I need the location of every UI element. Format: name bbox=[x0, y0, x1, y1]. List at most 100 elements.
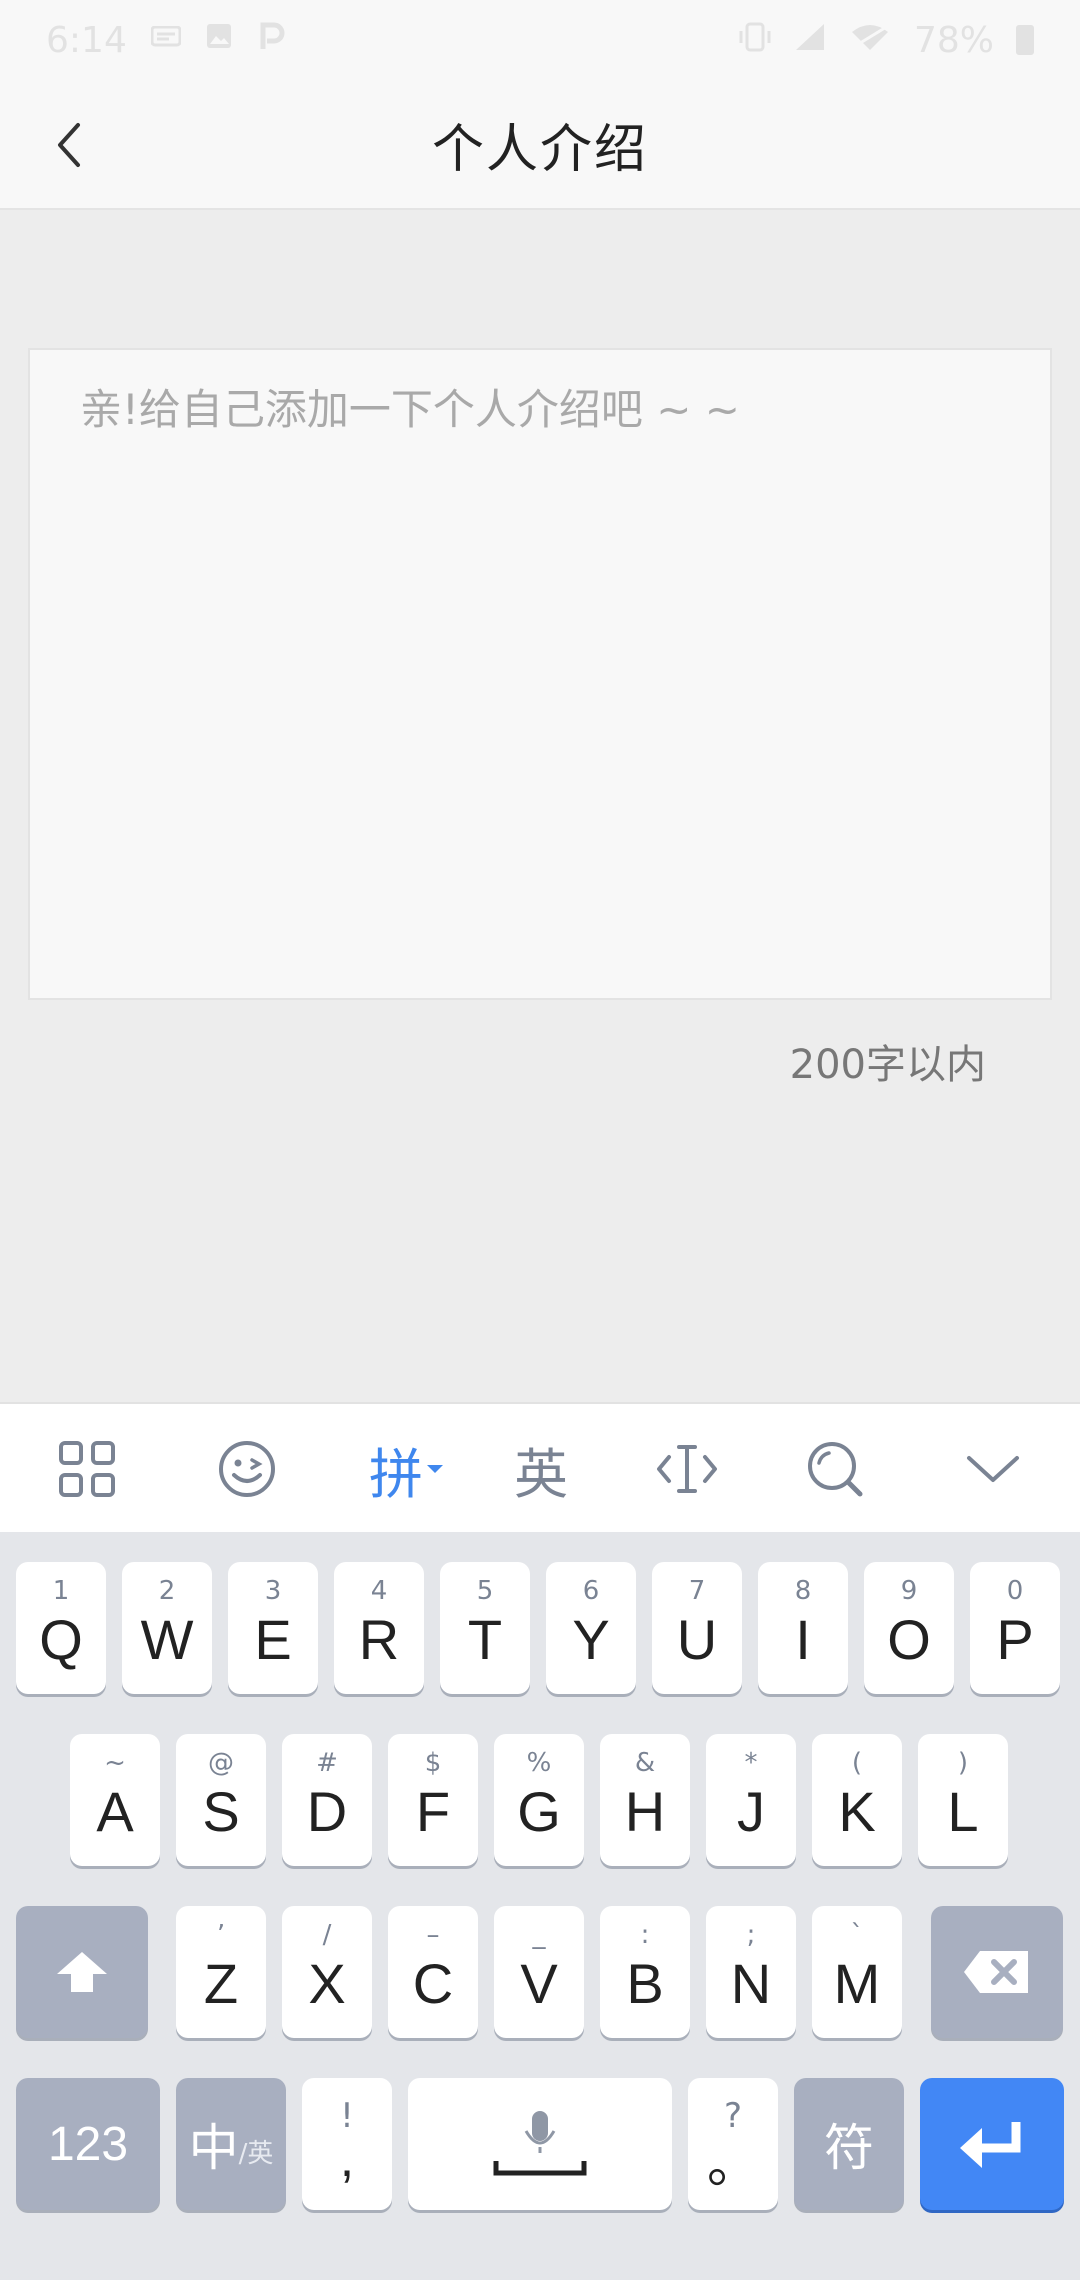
pinyin-label: 拼 bbox=[369, 1442, 423, 1506]
key-k[interactable]: (K bbox=[812, 1734, 902, 1866]
key-secondary-label: ’ bbox=[216, 1920, 226, 1950]
shift-key[interactable] bbox=[16, 1906, 148, 2038]
key-w[interactable]: 2W bbox=[122, 1562, 212, 1694]
key-s[interactable]: @ S bbox=[176, 1734, 266, 1866]
key-secondary-label: 7 bbox=[688, 1576, 706, 1606]
space-key[interactable] bbox=[408, 2078, 672, 2210]
period-key[interactable]: ? 。 bbox=[688, 2078, 778, 2210]
key-primary-label: L bbox=[947, 1779, 979, 1843]
key-v[interactable]: _ V bbox=[494, 1906, 584, 2038]
key-primary-label: V bbox=[520, 1951, 558, 2015]
backspace-icon bbox=[964, 1951, 1028, 1993]
wifi-off-icon bbox=[848, 20, 892, 61]
key-secondary-label: : bbox=[640, 1920, 650, 1950]
nav-bar: 个人介绍 bbox=[0, 80, 1080, 210]
key-primary-label: K bbox=[838, 1779, 876, 1843]
message-icon bbox=[150, 23, 182, 58]
key-primary-label: R bbox=[358, 1607, 400, 1671]
battery-percent: 78% bbox=[913, 19, 994, 61]
back-button[interactable] bbox=[34, 110, 104, 180]
comma-key-main: , bbox=[339, 2130, 355, 2188]
enter-key[interactable] bbox=[920, 2078, 1064, 2210]
cursor-button[interactable] bbox=[632, 1404, 742, 1534]
comma-key[interactable]: ! , bbox=[302, 2078, 392, 2210]
backspace-key[interactable] bbox=[931, 1906, 1063, 2038]
key-x[interactable]: / X bbox=[282, 1906, 372, 2038]
search-icon bbox=[808, 1442, 863, 1497]
key-primary-label: C bbox=[412, 1951, 454, 2015]
key-primary-label: A bbox=[96, 1779, 134, 1843]
key-p[interactable]: 0P bbox=[970, 1562, 1060, 1694]
key-z[interactable]: ’ Z bbox=[176, 1906, 266, 2038]
key-b[interactable]: :B bbox=[600, 1906, 690, 2038]
pinyin-mode-button[interactable]: 拼 bbox=[352, 1404, 462, 1534]
key-primary-label: G bbox=[517, 1779, 561, 1843]
key-secondary-label: 5 bbox=[476, 1576, 494, 1606]
key-secondary-label: 9 bbox=[900, 1576, 918, 1606]
key-primary-label: N bbox=[730, 1951, 772, 2015]
symbol-label: 符 bbox=[824, 2120, 874, 2176]
key-m[interactable]: ` M bbox=[812, 1906, 902, 2038]
key-i[interactable]: 8I bbox=[758, 1562, 848, 1694]
key-a[interactable]: ~ A bbox=[70, 1734, 160, 1866]
key-primary-label: W bbox=[140, 1607, 194, 1671]
search-button[interactable] bbox=[780, 1404, 890, 1534]
key-secondary-label: * bbox=[744, 1748, 758, 1778]
key-n[interactable]: ; N bbox=[706, 1906, 796, 2038]
key-primary-label: Z bbox=[203, 1951, 239, 2015]
key-secondary-label: # bbox=[316, 1748, 338, 1778]
key-secondary-label: / bbox=[322, 1920, 332, 1950]
key-primary-label: X bbox=[308, 1951, 346, 2015]
key-primary-label: T bbox=[467, 1607, 503, 1671]
hide-keyboard-button[interactable] bbox=[938, 1404, 1048, 1534]
key-f[interactable]: $ F bbox=[388, 1734, 478, 1866]
key-h[interactable]: & H bbox=[600, 1734, 690, 1866]
key-secondary-label: 2 bbox=[158, 1576, 176, 1606]
intro-card bbox=[28, 348, 1052, 1000]
key-secondary-label: $ bbox=[424, 1748, 442, 1778]
key-g[interactable]: % G bbox=[494, 1734, 584, 1866]
apps-button[interactable] bbox=[32, 1404, 142, 1534]
chevron-down-icon bbox=[967, 1456, 1019, 1482]
language-switch-key[interactable]: 中 /英 bbox=[176, 2078, 286, 2210]
key-secondary-label: ( bbox=[851, 1748, 863, 1778]
key-e[interactable]: 3E bbox=[228, 1562, 318, 1694]
emoji-button[interactable] bbox=[192, 1404, 302, 1534]
key-r[interactable]: 4R bbox=[334, 1562, 424, 1694]
key-q[interactable]: 1Q bbox=[16, 1562, 106, 1694]
period-key-sub: ? bbox=[723, 2096, 743, 2136]
signal-icon bbox=[794, 20, 826, 61]
key-secondary-label: @ bbox=[208, 1748, 234, 1778]
gallery-icon bbox=[205, 22, 233, 58]
key-t[interactable]: 5T bbox=[440, 1562, 530, 1694]
key-l[interactable]: ) L bbox=[918, 1734, 1008, 1866]
key-secondary-label: % bbox=[526, 1748, 552, 1778]
key-primary-label: J bbox=[737, 1779, 765, 1843]
key-secondary-label: 6 bbox=[582, 1576, 600, 1606]
key-primary-label: P bbox=[996, 1607, 1034, 1671]
key-secondary-label: ~ bbox=[104, 1748, 126, 1778]
key-o[interactable]: 9O bbox=[864, 1562, 954, 1694]
intro-textarea[interactable] bbox=[30, 350, 1050, 998]
language-sub-label: /英 bbox=[238, 2138, 274, 2169]
enter-return-icon bbox=[960, 2122, 1021, 2168]
key-c[interactable]: – C bbox=[388, 1906, 478, 2038]
key-d[interactable]: # D bbox=[282, 1734, 372, 1866]
key-secondary-label: ; bbox=[746, 1920, 756, 1950]
symbol-key[interactable]: 符 bbox=[794, 2078, 904, 2210]
status-bar: 6:14 78% bbox=[0, 0, 1080, 80]
key-primary-label: Q bbox=[39, 1607, 83, 1671]
key-u[interactable]: 7U bbox=[652, 1562, 742, 1694]
key-y[interactable]: 6Y bbox=[546, 1562, 636, 1694]
dropdown-triangle-icon bbox=[427, 1465, 443, 1473]
english-mode-button[interactable]: 英 bbox=[486, 1404, 596, 1534]
key-secondary-label: 8 bbox=[794, 1576, 812, 1606]
key-primary-label: U bbox=[676, 1607, 718, 1671]
language-main-label: 中 bbox=[188, 2120, 239, 2176]
number-mode-key[interactable]: 123 bbox=[16, 2078, 160, 2210]
keyboard: 1Q2W3E4R5T6Y7U8I9O0P ~ A @ S # D $ F% G & H * J(K) L … bbox=[0, 1532, 1080, 2280]
key-primary-label: Y bbox=[572, 1607, 610, 1671]
key-secondary-label: _ bbox=[532, 1920, 546, 1950]
key-j[interactable]: * J bbox=[706, 1734, 796, 1866]
key-secondary-label: 1 bbox=[52, 1576, 70, 1606]
